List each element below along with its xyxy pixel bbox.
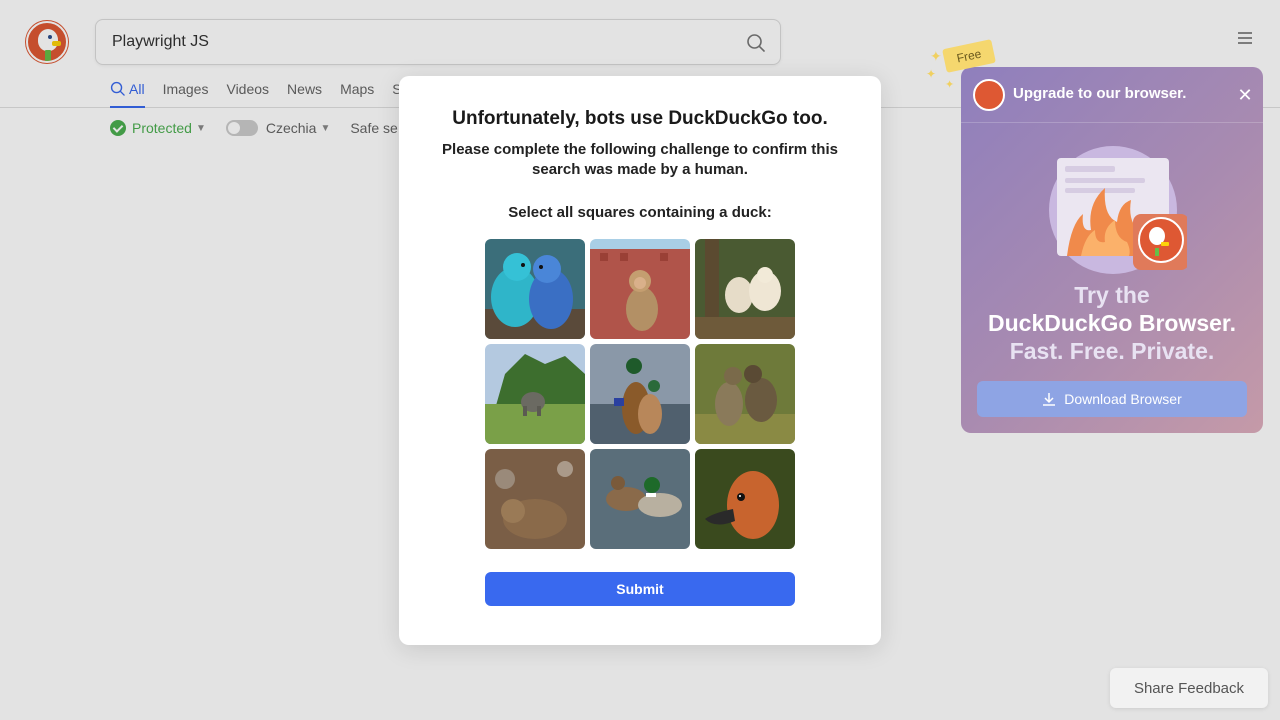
close-icon[interactable]: ✕ (1237, 86, 1253, 104)
promo-line-2: DuckDuckGo Browser. (988, 310, 1236, 336)
download-browser-button[interactable]: Download Browser (977, 381, 1247, 417)
submit-button[interactable]: Submit (485, 572, 795, 606)
captcha-image-grid (485, 239, 795, 549)
sparkle-icon: ✦ (945, 79, 955, 91)
modal-subtitle: Please complete the following challenge … (442, 141, 838, 178)
captcha-tile-ducks[interactable] (590, 344, 690, 444)
captcha-tile-bear[interactable] (485, 449, 585, 549)
browser-fire-illustration (1049, 146, 1187, 274)
sparkle-icon: ✦ (930, 48, 942, 64)
captcha-tile-marmots[interactable] (695, 239, 795, 339)
challenge-instruction: Select all squares containing a duck: (508, 204, 772, 221)
promo-header-text: Upgrade to our browser. (1013, 85, 1187, 102)
captcha-tile-ducks[interactable] (590, 449, 690, 549)
duckduckgo-logo (973, 79, 1005, 111)
captcha-tile-parakeets[interactable] (485, 239, 585, 339)
promo-line-3: Fast. Free. Private. (1009, 338, 1215, 364)
promo-header: Upgrade to our browser. ✕ (961, 67, 1263, 123)
sparkle-icon: ✦ (926, 67, 937, 81)
captcha-tile-cats[interactable] (695, 344, 795, 444)
share-feedback-button[interactable]: Share Feedback (1110, 668, 1268, 708)
captcha-tile-duck[interactable] (695, 449, 795, 549)
captcha-modal: Unfortunately, bots use DuckDuckGo too. … (399, 76, 881, 645)
download-label: Download Browser (1064, 391, 1182, 407)
browser-promo-panel: Upgrade to our browser. ✕ Try the DuckDu… (961, 67, 1263, 433)
promo-line-1: Try the (1074, 282, 1150, 308)
captcha-tile-monkey[interactable] (590, 239, 690, 339)
download-icon (1043, 393, 1056, 406)
captcha-tile-elephant[interactable] (485, 344, 585, 444)
modal-title: Unfortunately, bots use DuckDuckGo too. (452, 108, 828, 129)
